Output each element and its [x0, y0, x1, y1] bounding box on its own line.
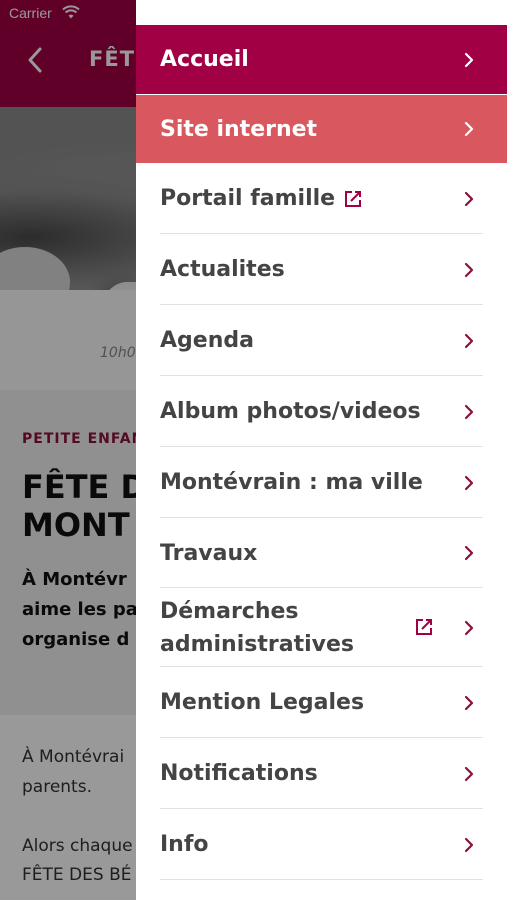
- chevron-right-icon: [464, 475, 474, 490]
- menu-item-notifications[interactable]: Notifications: [136, 738, 507, 809]
- menu-item-site-internet[interactable]: Site internet: [136, 95, 507, 163]
- menu-item-accueil[interactable]: Accueil: [136, 25, 507, 94]
- menu-item-mention-legales[interactable]: Mention Legales: [136, 667, 507, 738]
- chevron-right-icon: [464, 404, 474, 419]
- chevron-right-icon: [464, 121, 474, 137]
- external-link-icon: [416, 619, 432, 635]
- menu-item-info[interactable]: Info: [136, 809, 507, 880]
- chevron-right-icon: [464, 837, 474, 852]
- menu-item-label: Travaux: [160, 540, 258, 566]
- menu-item-travaux[interactable]: Travaux: [136, 518, 507, 588]
- navigation-drawer: Accueil Site internet Portail famille Ac…: [136, 0, 507, 900]
- chevron-right-icon: [464, 766, 474, 781]
- chevron-right-icon: [464, 695, 474, 710]
- menu-item-label: Site internet: [160, 116, 318, 142]
- menu-item-agenda[interactable]: Agenda: [136, 305, 507, 376]
- menu-item-label: Portail famille: [160, 186, 336, 211]
- menu-item-label: Info: [160, 832, 209, 857]
- menu-item-actualites[interactable]: Actualites: [136, 234, 507, 305]
- menu-item-portail-famille[interactable]: Portail famille: [136, 163, 507, 234]
- menu-item-montevrain-ma-ville[interactable]: Montévrain : ma ville: [136, 447, 507, 518]
- menu-item-album-photos[interactable]: Album photos/videos: [136, 376, 507, 447]
- external-link-icon: [345, 191, 361, 207]
- menu-item-label: Mention Legales: [160, 690, 365, 715]
- chevron-right-icon: [464, 545, 474, 561]
- menu-item-label: Actualites: [160, 257, 285, 282]
- chevron-right-icon: [464, 52, 474, 67]
- menu-item-label: Agenda: [160, 328, 254, 353]
- menu-item-label: Notifications: [160, 761, 318, 786]
- menu-item-label: Album photos/videos: [160, 399, 421, 424]
- menu-item-demarches-administratives[interactable]: Démarches administratives: [136, 588, 507, 667]
- menu-item-label: Montévrain : ma ville: [160, 470, 423, 495]
- chevron-right-icon: [464, 191, 474, 206]
- chevron-right-icon: [464, 333, 474, 348]
- menu-item-label: Accueil: [160, 47, 249, 72]
- menu-divider: [160, 879, 483, 880]
- menu-item-label: Démarches administratives: [160, 598, 354, 657]
- chevron-right-icon: [464, 262, 474, 277]
- chevron-right-icon: [464, 620, 474, 635]
